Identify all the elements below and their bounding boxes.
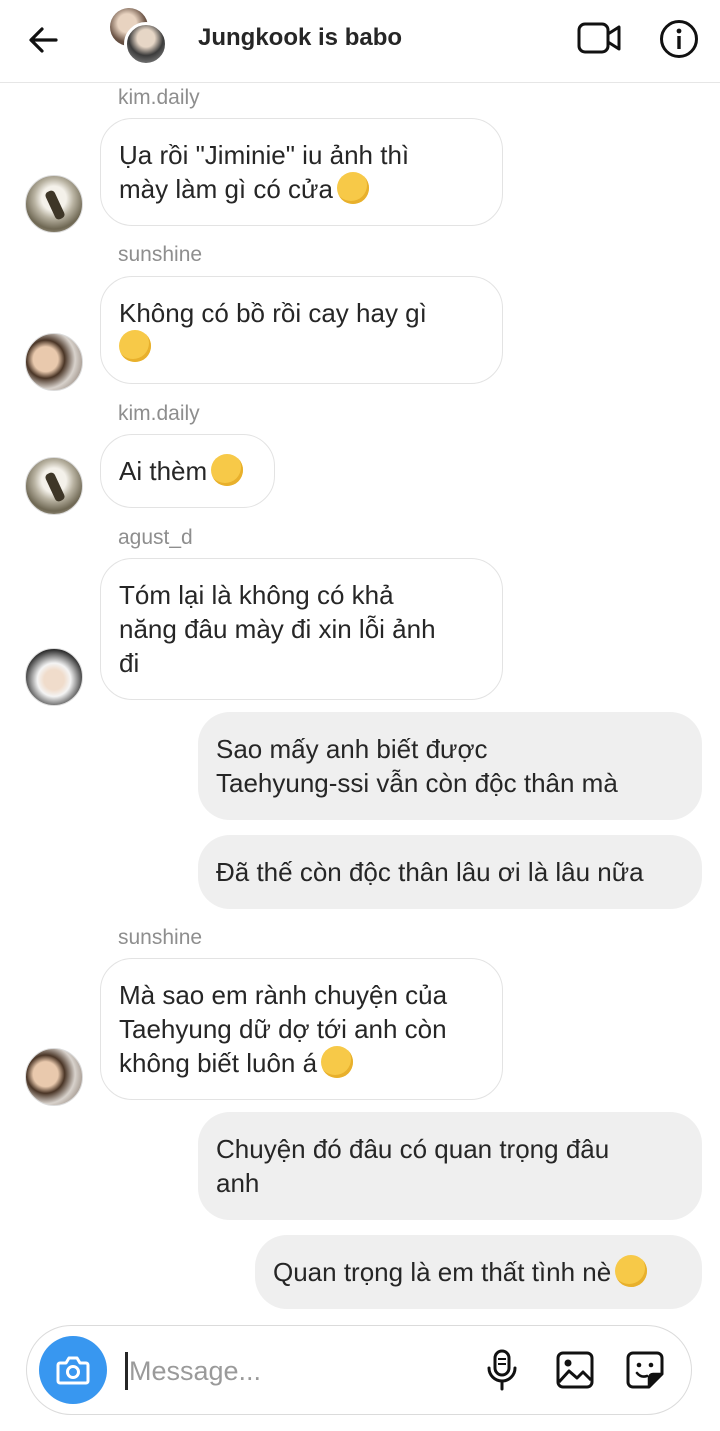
avatar-kim-daily[interactable] (25, 457, 83, 515)
sender-name: agust_d (118, 526, 193, 549)
avatar-kim-daily[interactable] (25, 175, 83, 233)
chat-title[interactable]: Jungkook is babo (198, 24, 402, 52)
outgoing-message-bubble[interactable]: Quan trọng là em thất tình nè (255, 1235, 702, 1309)
sender-name: sunshine (118, 926, 203, 949)
chat-header: Jungkook is babo (0, 0, 720, 83)
sender-name: sunshine (118, 243, 203, 266)
smirking-face-icon (119, 330, 151, 362)
outgoing-message-bubble[interactable]: Chuyện đó đâu có quan trọng đâu anh (198, 1112, 702, 1220)
incoming-message-bubble[interactable]: Không có bồ rồi cay hay gì (100, 276, 503, 384)
image-gallery-icon[interactable] (555, 1350, 595, 1390)
microphone-icon[interactable] (485, 1348, 519, 1392)
back-arrow-icon[interactable] (24, 20, 64, 60)
incoming-message-bubble[interactable]: Mà sao em rành chuyện của Taehyung dữ dợ… (100, 958, 503, 1100)
smirking-face-icon (336, 172, 369, 204)
message-text: Ai thèm (119, 456, 208, 486)
group-avatar[interactable] (108, 8, 168, 68)
group-avatar-member-2 (124, 22, 168, 66)
message-text: Chuyện đó đâu có quan trọng đâu anh (216, 1134, 610, 1198)
camera-icon (56, 1356, 90, 1385)
smiling-face-with-tear-icon (615, 1255, 648, 1287)
incoming-message-bubble[interactable]: Ai thèm (100, 434, 275, 508)
outgoing-message-bubble[interactable]: Sao mấy anh biết được Taehyung-ssi vẫn c… (198, 712, 702, 820)
outgoing-message-bubble[interactable]: Đã thế còn độc thân lâu ơi là lâu nữa (198, 835, 702, 909)
message-text: Mà sao em rành chuyện của Taehyung dữ dợ… (119, 980, 448, 1078)
message-text: Tóm lại là không có khả năng đâu mày đi … (119, 580, 436, 678)
sticker-icon[interactable] (625, 1350, 665, 1390)
avatar-sunshine[interactable] (25, 1048, 83, 1106)
sender-name: kim.daily (118, 402, 200, 425)
incoming-message-bubble[interactable]: Tóm lại là không có khả năng đâu mày đi … (100, 558, 503, 700)
text-cursor (125, 1352, 128, 1390)
avatar-sunshine[interactable] (25, 333, 83, 391)
avatar-agust-d[interactable] (25, 648, 83, 706)
message-text: Quan trọng là em thất tình nè (273, 1257, 612, 1287)
unamused-face-icon (211, 454, 244, 486)
message-composer (26, 1325, 692, 1415)
video-call-icon[interactable] (576, 18, 622, 58)
incoming-message-bubble[interactable]: Ụa rồi "Jiminie" iu ảnh thì mày làm gì c… (100, 118, 503, 226)
info-icon[interactable] (658, 18, 700, 60)
message-text: Sao mấy anh biết được Taehyung-ssi vẫn c… (216, 734, 618, 798)
message-input[interactable] (129, 1349, 459, 1393)
message-text: Đã thế còn độc thân lâu ơi là lâu nữa (216, 857, 644, 887)
message-text: Không có bồ rồi cay hay gì (119, 298, 427, 328)
hushed-face-icon (321, 1046, 354, 1078)
camera-button[interactable] (39, 1336, 107, 1404)
sender-name: kim.daily (118, 86, 200, 109)
